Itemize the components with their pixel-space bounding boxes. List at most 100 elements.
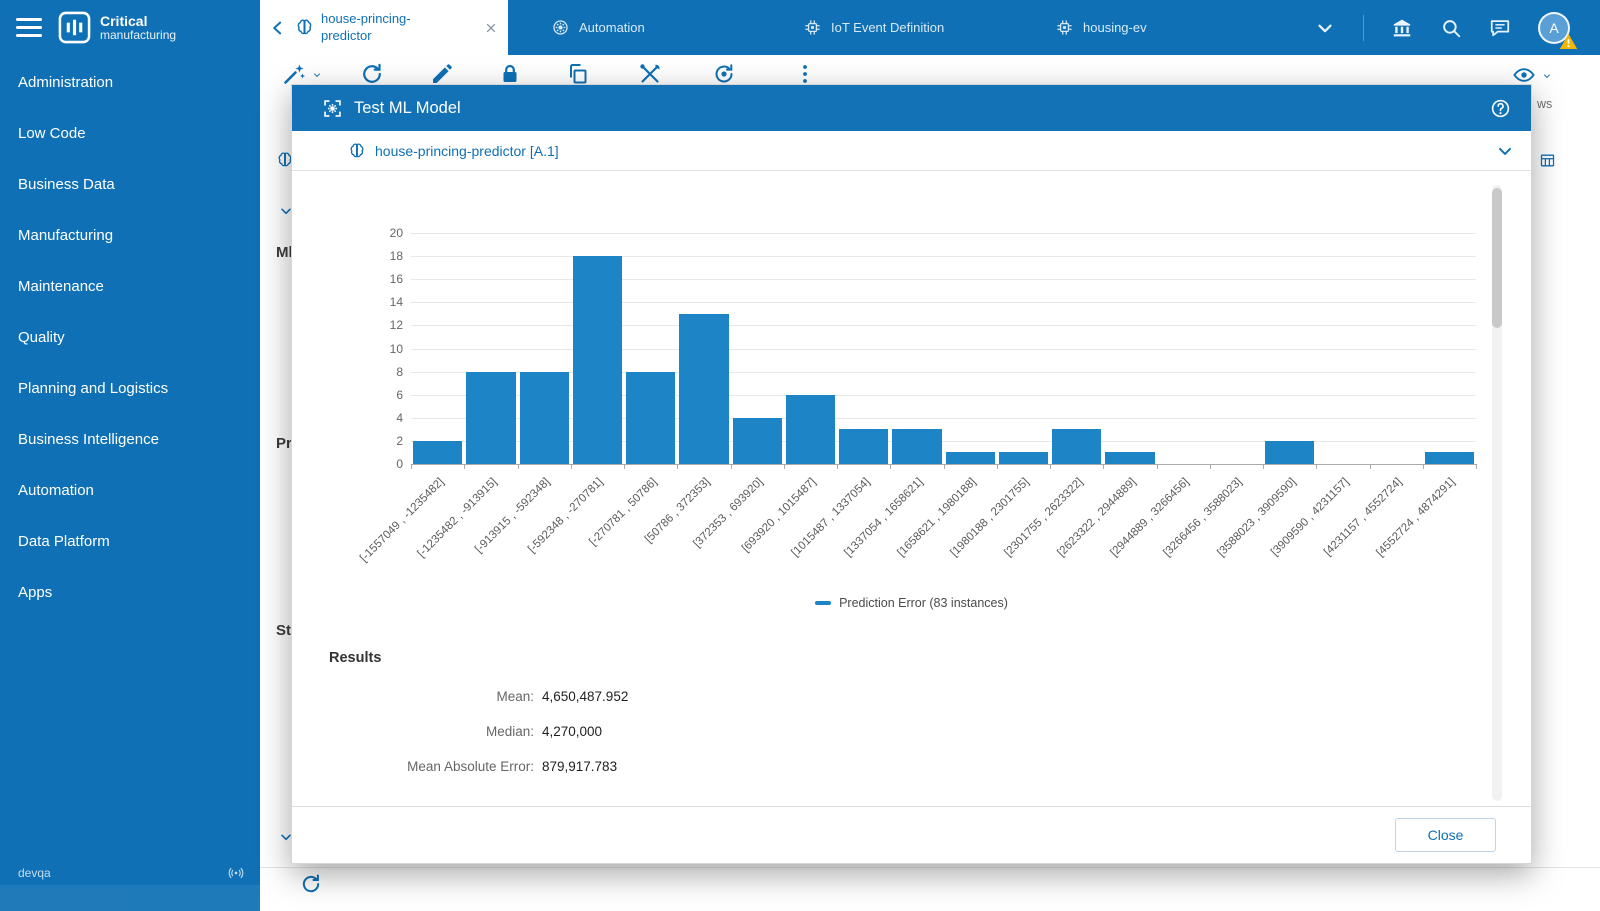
tab-label: IoT Event Definition (831, 20, 944, 35)
histogram-bar[interactable] (1425, 452, 1474, 464)
tab-house-princing-predictor[interactable]: house-princing- predictor (260, 0, 508, 55)
legend-label: Prediction Error (83 instances) (839, 596, 1008, 610)
x-axis-tick (890, 464, 891, 469)
x-axis-label: [1015487 , 1337054] (752, 476, 872, 596)
gridline (411, 325, 1476, 326)
topbar-actions: A (1314, 0, 1600, 55)
eye-dropdown-icon[interactable] (1542, 71, 1552, 81)
magic-wand-dropdown-icon[interactable] (312, 70, 322, 80)
chart-legend[interactable]: Prediction Error (83 instances) (292, 596, 1531, 610)
modal-scrollbar-thumb[interactable] (1492, 188, 1502, 328)
duplicate-icon[interactable] (566, 62, 590, 86)
sidebar-item-planning-and-logistics[interactable]: Planning and Logistics (0, 363, 260, 414)
gridline (411, 418, 1476, 419)
gear-circle-icon (552, 19, 569, 36)
histogram-bar[interactable] (466, 372, 515, 464)
app-window: Critical manufacturing AdministrationLow… (0, 0, 1600, 911)
histogram-bar[interactable] (1052, 429, 1101, 464)
section-label-fragment: Pr (276, 435, 292, 452)
sidebar-item-data-platform[interactable]: Data Platform (0, 516, 260, 567)
critical-manufacturing-logo[interactable]: Critical manufacturing (58, 11, 176, 44)
x-axis-label: [-592348 , -270781] (486, 476, 606, 596)
result-value: 879,917.783 (542, 756, 617, 777)
topbar-divider (1363, 15, 1364, 41)
y-axis-tick-label: 10 (363, 342, 403, 356)
model-version-selector[interactable]: house-princing-predictor [A.1] (292, 131, 1531, 171)
sidebar-item-apps[interactable]: Apps (0, 567, 260, 618)
x-axis-label: [-913915 , -592348] (432, 476, 552, 596)
x-axis-label: [1658621 , 1980188] (858, 476, 978, 596)
lock-icon[interactable] (498, 62, 522, 86)
sidebar-item-quality[interactable]: Quality (0, 312, 260, 363)
grid-view-icon[interactable] (1539, 152, 1556, 169)
histogram-bar[interactable] (626, 372, 675, 464)
histogram-bar[interactable] (786, 395, 835, 464)
tab-scroll-left-icon[interactable] (268, 18, 288, 38)
sidebar-item-administration[interactable]: Administration (0, 57, 260, 108)
tab-label: Automation (579, 20, 645, 35)
tab-automation[interactable]: Automation (508, 0, 760, 55)
histogram-bar[interactable] (679, 314, 728, 464)
sidebar-item-business-intelligence[interactable]: Business Intelligence (0, 414, 260, 465)
histogram-bar[interactable] (1105, 452, 1154, 464)
sidebar-item-business-data[interactable]: Business Data (0, 159, 260, 210)
gridline (411, 441, 1476, 442)
gridline (411, 302, 1476, 303)
tools-icon[interactable] (638, 62, 662, 86)
tab-iot-event-definition[interactable]: IoT Event Definition (760, 0, 1012, 55)
user-avatar[interactable]: A (1538, 12, 1570, 44)
y-axis-tick-label: 16 (363, 272, 403, 286)
logo-text-bold: Critical (100, 13, 176, 29)
sidebar: Critical manufacturing AdministrationLow… (0, 0, 260, 911)
y-axis-tick-label: 18 (363, 249, 403, 263)
active-tab-label-line2: predictor (321, 28, 477, 45)
views-label-fragment: ws (1537, 97, 1552, 111)
more-options-icon[interactable] (793, 62, 817, 86)
sidebar-item-manufacturing[interactable]: Manufacturing (0, 210, 260, 261)
factory-icon[interactable] (1391, 17, 1413, 39)
search-icon[interactable] (1440, 17, 1462, 39)
histogram-bar[interactable] (1265, 441, 1314, 464)
magic-wand-icon[interactable] (282, 62, 306, 86)
histogram-bar[interactable] (999, 452, 1048, 464)
sidebar-item-low-code[interactable]: Low Code (0, 108, 260, 159)
broadcast-icon[interactable] (228, 865, 244, 881)
x-axis-tick (518, 464, 519, 469)
result-value: 4,270,000 (542, 721, 602, 742)
result-row: Median:4,270,000 (329, 721, 628, 742)
tab-housing-ev[interactable]: housing-ev (1012, 0, 1264, 55)
sidebar-item-maintenance[interactable]: Maintenance (0, 261, 260, 312)
help-icon[interactable] (1490, 98, 1511, 119)
chat-icon[interactable] (1489, 17, 1511, 39)
brain-icon (348, 142, 366, 160)
histogram-bar[interactable] (520, 372, 569, 464)
histogram-bar[interactable] (892, 429, 941, 464)
result-row: Mean:4,650,487.952 (329, 686, 628, 707)
close-button[interactable]: Close (1395, 818, 1496, 852)
histogram-bar[interactable] (413, 441, 462, 464)
refresh-icon[interactable] (300, 873, 322, 895)
edit-icon[interactable] (430, 62, 454, 86)
close-tab-icon[interactable] (484, 21, 498, 35)
x-axis-tick (784, 464, 785, 469)
y-axis-tick-label: 4 (363, 411, 403, 425)
x-axis-tick (1423, 464, 1424, 469)
tab-strip: Automation IoT Event Definition housing-ev (508, 0, 1264, 55)
histogram-bar[interactable] (733, 418, 782, 464)
environment-label: devqa (18, 866, 51, 880)
sidebar-item-automation[interactable]: Automation (0, 465, 260, 516)
menu-icon[interactable] (12, 11, 46, 45)
refresh-icon[interactable] (360, 62, 384, 86)
y-axis-tick-label: 14 (363, 295, 403, 309)
y-axis-tick-label: 12 (363, 318, 403, 332)
histogram-bar[interactable] (839, 429, 888, 464)
tab-label: housing-ev (1083, 20, 1147, 35)
process-sync-icon[interactable] (712, 62, 736, 86)
tab-overflow-chevron-icon[interactable] (1314, 17, 1336, 39)
histogram-bar[interactable] (573, 256, 622, 464)
chevron-down-icon[interactable] (1495, 141, 1515, 161)
gridline (411, 256, 1476, 257)
histogram-bar[interactable] (946, 452, 995, 464)
x-axis-label: [1980188 , 2301755] (912, 476, 1032, 596)
histogram: 02468101214161820[-1557049 , -1235482][-… (411, 233, 1476, 464)
